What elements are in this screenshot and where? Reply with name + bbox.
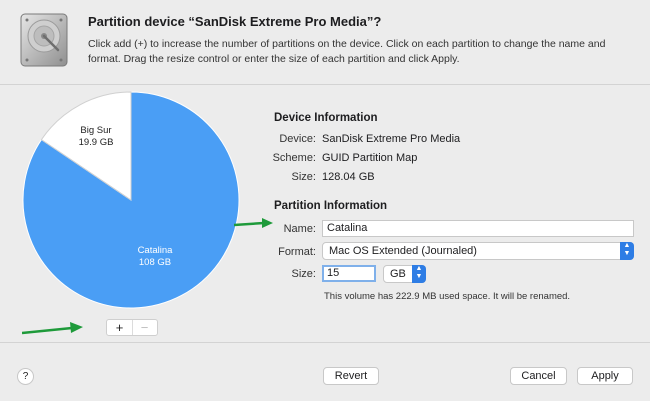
format-popup-value: Mac OS Extended (Journaled) [329, 245, 477, 257]
partition-size-field[interactable]: 15 [322, 265, 376, 282]
cancel-button[interactable]: Cancel [510, 367, 567, 385]
partition-name-field[interactable]: Catalina [322, 220, 634, 237]
remove-partition-button[interactable]: − [132, 320, 157, 335]
device-size-label: Size: [291, 171, 316, 183]
size-unit-popup[interactable]: GB ▲ ▼ [383, 265, 426, 283]
dialog-title: Partition device “SanDisk Extreme Pro Me… [88, 14, 382, 29]
help-button[interactable]: ? [17, 368, 34, 385]
pie-label-big-sur-name: Big Sur [80, 125, 112, 136]
device-size-value: 128.04 GB [322, 171, 375, 183]
green-arrow-icon [22, 322, 83, 335]
up-down-chevron-icon: ▲ ▼ [620, 242, 634, 260]
up-down-chevron-icon: ▲ ▼ [412, 265, 426, 283]
pie-label-big-sur: Big Sur 19.9 GB [70, 125, 122, 149]
device-label: Device: [279, 133, 316, 145]
partition-add-remove-group: + − [106, 319, 158, 336]
add-partition-button[interactable]: + [107, 320, 133, 335]
green-arrow-icon [234, 218, 273, 228]
pie-label-catalina: Catalina 108 GB [120, 245, 190, 269]
pie-label-big-sur-size: 19.9 GB [78, 137, 114, 148]
apply-button[interactable]: Apply [577, 367, 633, 385]
help-icon: ? [22, 371, 29, 382]
pie-label-catalina-size: 108 GB [138, 257, 172, 268]
size-label: Size: [291, 268, 316, 280]
dialog-footer: ? Revert Cancel Apply [0, 342, 650, 401]
revert-button[interactable]: Revert [323, 367, 379, 385]
device-info-title: Device Information [274, 112, 378, 124]
format-popup[interactable]: Mac OS Extended (Journaled) ▲ ▼ [322, 242, 634, 260]
dialog-header: Partition device “SanDisk Extreme Pro Me… [0, 0, 650, 85]
scheme-label: Scheme: [272, 152, 316, 164]
dialog-description: Click add (+) to increase the number of … [88, 38, 606, 65]
device-value: SanDisk Extreme Pro Media [322, 133, 461, 145]
used-space-note: This volume has 222.9 MB used space. It … [324, 291, 571, 302]
pie-label-catalina-name: Catalina [137, 245, 173, 256]
format-label: Format: [278, 246, 316, 258]
partition-main-area: Big Sur 19.9 GB Catalina 108 GB Device I… [0, 85, 650, 342]
scheme-value: GUID Partition Map [322, 152, 418, 164]
partition-pie-chart[interactable] [22, 91, 240, 309]
partition-info-title: Partition Information [274, 200, 388, 212]
size-unit-value: GB [390, 268, 406, 280]
hard-disk-icon [20, 13, 68, 67]
